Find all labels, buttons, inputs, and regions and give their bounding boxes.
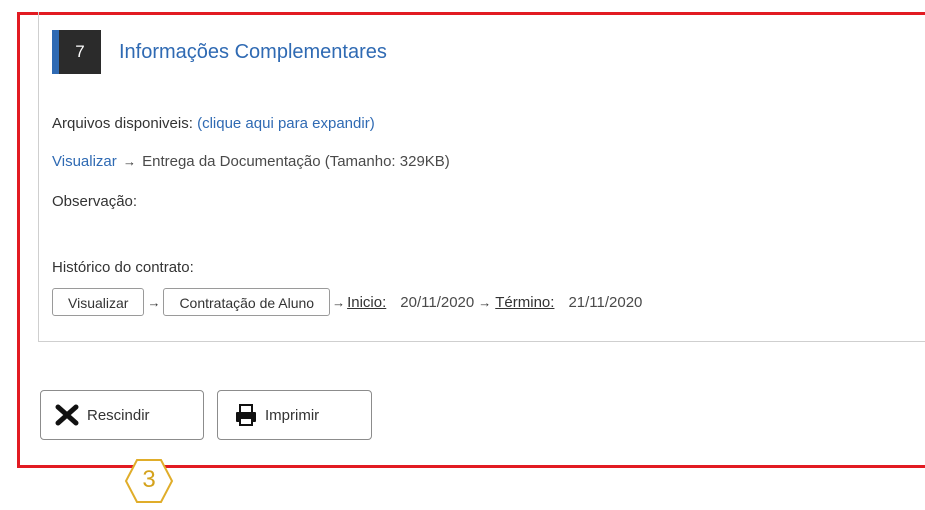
arrow-icon: →: [332, 294, 346, 310]
start-label: Inicio:: [347, 293, 387, 311]
close-icon: [55, 404, 79, 426]
files-label: Arquivos disponiveis:: [52, 115, 193, 132]
section-header: 7 Informações Complementares: [52, 30, 387, 74]
rescind-label: Rescindir: [87, 406, 150, 424]
history-label: Histórico do contrato:: [52, 259, 194, 276]
arrow-icon: →: [147, 294, 161, 310]
step-badge-number: 3: [142, 466, 156, 493]
document-line: Visualizar → Entrega da Documentação (Ta…: [52, 153, 450, 170]
document-name: Entrega da Documentação (Tamanho: 329KB): [142, 153, 450, 170]
end-date: 21/11/2020: [568, 293, 643, 311]
arrow-icon: →: [122, 154, 136, 169]
print-label: Imprimir: [265, 406, 320, 424]
end-label: Término:: [495, 293, 555, 311]
observation-label: Observação:: [52, 193, 138, 210]
printer-icon: [236, 404, 256, 426]
files-line: Arquivos disponiveis: (clique aqui para …: [52, 115, 375, 132]
print-button[interactable]: Imprimir: [217, 390, 372, 440]
section-title: Informações Complementares: [119, 40, 387, 63]
view-document-link[interactable]: Visualizar: [52, 153, 117, 170]
expand-files-link[interactable]: (clique aqui para expandir): [197, 115, 375, 132]
section-number: 7: [59, 30, 101, 74]
history-row: Visualizar → Contratação de Aluno → Inic…: [52, 288, 642, 316]
start-date: 20/11/2020: [400, 293, 475, 311]
accent-bar: [52, 30, 59, 74]
history-view-button[interactable]: Visualizar: [52, 288, 145, 316]
rescind-button[interactable]: Rescindir: [40, 390, 204, 440]
contract-type-button[interactable]: Contratação de Aluno: [163, 288, 331, 316]
arrow-icon: →: [478, 294, 492, 310]
